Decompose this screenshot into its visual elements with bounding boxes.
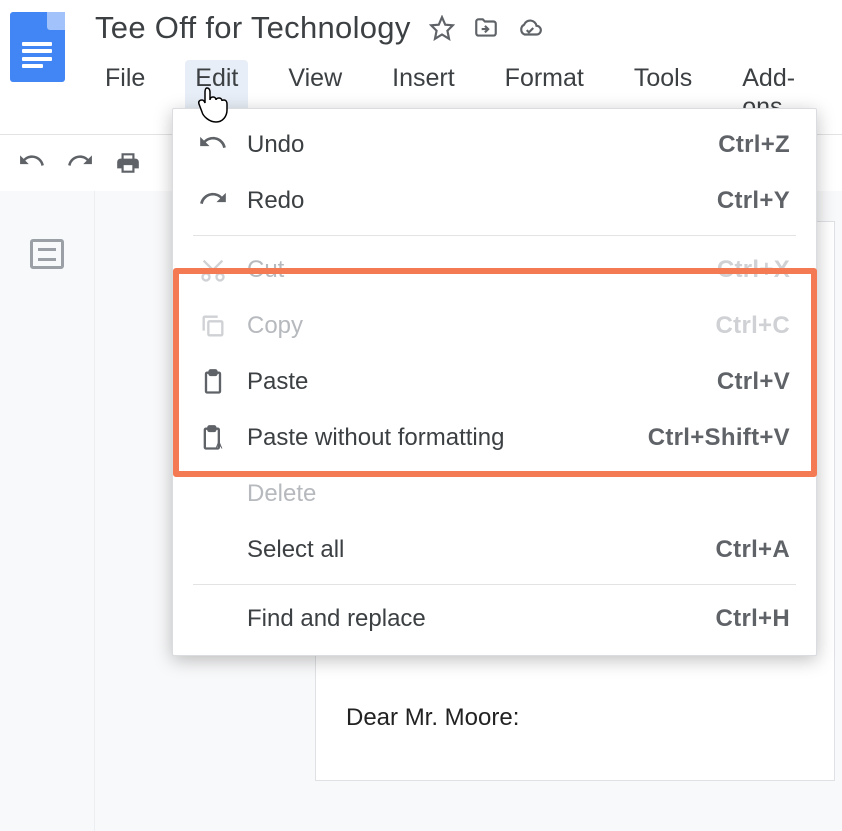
menu-item-label: Select all: [247, 536, 716, 564]
docs-app-icon[interactable]: [10, 12, 65, 82]
menu-item-paste[interactable]: Paste Ctrl+V: [173, 354, 816, 410]
body-text-line: Dear Mr. Moore:: [346, 699, 804, 737]
redo-icon: [197, 187, 229, 215]
menu-item-shortcut: Ctrl+Shift+V: [648, 424, 790, 452]
menu-item-paste-without-formatting[interactable]: A Paste without formatting Ctrl+Shift+V: [173, 410, 816, 466]
menu-item-redo[interactable]: Redo Ctrl+Y: [173, 173, 816, 229]
menu-item-label: Delete: [247, 480, 790, 508]
menu-item-shortcut: Ctrl+H: [716, 605, 790, 633]
menu-separator: [193, 235, 796, 236]
menu-item-shortcut: Ctrl+Z: [718, 131, 790, 159]
cloud-status-icon[interactable]: [517, 15, 543, 41]
star-icon[interactable]: [429, 15, 455, 41]
menu-item-label: Undo: [247, 131, 718, 159]
paste-icon: [197, 368, 229, 396]
menu-item-label: Find and replace: [247, 605, 716, 633]
svg-text:A: A: [215, 440, 222, 452]
print-icon[interactable]: [114, 149, 142, 177]
menu-separator: [193, 584, 796, 585]
menu-item-copy[interactable]: Copy Ctrl+C: [173, 298, 816, 354]
menu-item-label: Cut: [247, 256, 717, 284]
blank-icon: [197, 480, 229, 508]
menu-item-label: Paste: [247, 368, 717, 396]
left-rail: [0, 191, 95, 831]
cut-icon: [197, 256, 229, 284]
edit-dropdown: Undo Ctrl+Z Redo Ctrl+Y Cut Ctrl+X Copy …: [172, 108, 817, 656]
document-title[interactable]: Tee Off for Technology: [95, 10, 411, 46]
menu-item-shortcut: Ctrl+A: [716, 536, 790, 564]
menu-item-select-all[interactable]: Select all Ctrl+A: [173, 522, 816, 578]
menu-item-shortcut: Ctrl+V: [717, 368, 790, 396]
menu-item-label: Copy: [247, 312, 716, 340]
menu-file[interactable]: File: [95, 60, 155, 126]
copy-icon: [197, 312, 229, 340]
menu-item-shortcut: Ctrl+C: [716, 312, 790, 340]
blank-icon: [197, 536, 229, 564]
menu-item-delete[interactable]: Delete: [173, 466, 816, 522]
undo-icon[interactable]: [18, 149, 46, 177]
menu-item-shortcut: Ctrl+Y: [717, 187, 790, 215]
menu-help[interactable]: He: [835, 60, 842, 126]
paste-without-formatting-icon: A: [197, 424, 229, 452]
move-folder-icon[interactable]: [473, 15, 499, 41]
menu-item-cut[interactable]: Cut Ctrl+X: [173, 242, 816, 298]
blank-icon: [197, 605, 229, 633]
undo-icon: [197, 131, 229, 159]
menu-item-undo[interactable]: Undo Ctrl+Z: [173, 117, 816, 173]
outline-icon[interactable]: [30, 239, 64, 269]
menu-item-label: Redo: [247, 187, 717, 215]
menu-item-label: Paste without formatting: [247, 424, 648, 452]
menu-item-find-replace[interactable]: Find and replace Ctrl+H: [173, 591, 816, 647]
redo-icon[interactable]: [66, 149, 94, 177]
menu-item-shortcut: Ctrl+X: [717, 256, 790, 284]
